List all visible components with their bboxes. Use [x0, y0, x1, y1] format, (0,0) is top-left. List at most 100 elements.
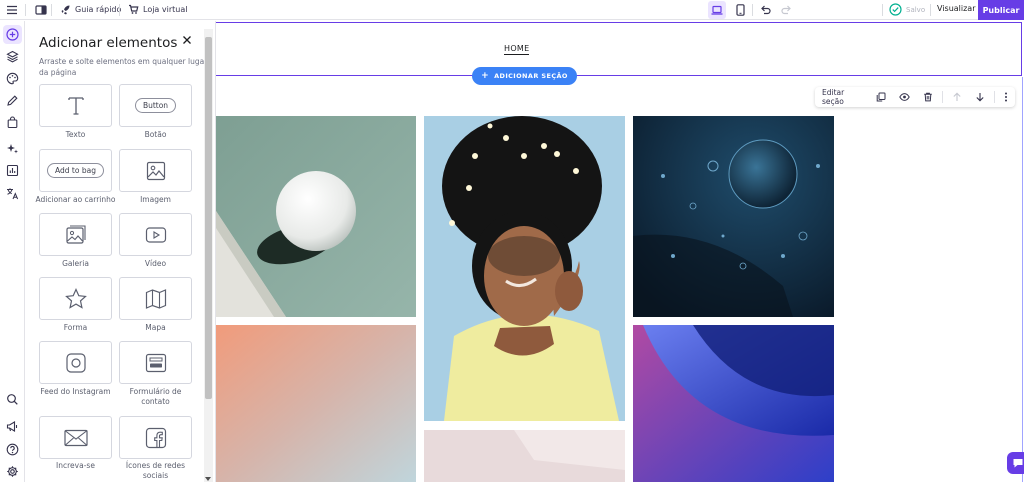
add-elements-button[interactable] [3, 25, 22, 44]
header-section-outline[interactable] [216, 22, 1022, 76]
button-pill-preview: Button [134, 98, 177, 113]
form-icon [144, 352, 168, 374]
gallery-image-purple-abstract[interactable] [633, 325, 834, 482]
gallery-icon [64, 224, 88, 246]
laptop-icon [711, 5, 723, 16]
arrow-up-icon[interactable] [952, 92, 962, 102]
website-canvas: HOME + ADICIONAR SEÇÃO Editar seção [216, 21, 1024, 482]
marketing-button[interactable] [3, 417, 22, 436]
search-button[interactable] [3, 390, 22, 409]
chat-icon [1012, 457, 1024, 469]
undo-icon[interactable] [759, 4, 771, 16]
element-text-label: Texto [65, 130, 86, 139]
element-add-to-cart-label: Adicionar ao carrinho [35, 195, 116, 204]
element-shape-label: Forma [63, 323, 88, 332]
element-button-label: Botão [144, 130, 167, 139]
text-icon [65, 95, 87, 117]
instagram-icon [64, 351, 88, 375]
chat-widget-button[interactable] [1007, 452, 1024, 474]
close-icon[interactable] [180, 33, 194, 47]
sidebar-toggle-icon[interactable] [35, 4, 47, 16]
envelope-icon [63, 428, 89, 448]
divider [25, 4, 26, 16]
gallery-image-room[interactable] [424, 430, 625, 482]
shopping-cart-icon [128, 4, 139, 15]
element-button-tile[interactable]: Button [119, 84, 192, 127]
element-add-to-cart-tile[interactable]: Add to bag [39, 149, 112, 192]
top-toolbar: Guia rápido Loja virtual Salvo Visualiza… [0, 0, 1024, 20]
element-subscribe-tile[interactable] [39, 416, 112, 459]
help-circle-icon [6, 443, 19, 456]
element-image-tile[interactable] [119, 149, 192, 192]
gallery-image-gradient-peach[interactable] [216, 325, 416, 482]
check-circle-icon [889, 3, 902, 16]
pencil-icon [6, 94, 19, 107]
rocket-icon [60, 4, 71, 15]
edit-button[interactable] [3, 91, 22, 110]
hamburger-menu-icon[interactable] [6, 4, 18, 16]
sparkles-icon [6, 142, 19, 155]
preview-button[interactable]: Visualizar [937, 4, 976, 13]
styles-button[interactable] [3, 69, 22, 88]
star-icon [64, 287, 88, 311]
element-social-icons-tile[interactable] [119, 416, 192, 459]
divider [119, 4, 120, 16]
duplicate-icon[interactable] [876, 92, 886, 102]
search-icon [6, 393, 19, 406]
panel-title: Adicionar elementos [39, 35, 178, 51]
store-button[interactable] [3, 113, 22, 132]
layers-button[interactable] [3, 47, 22, 66]
saved-label: Salvo [906, 5, 926, 14]
left-rail [0, 21, 25, 482]
element-instagram-label: Feed do Instagram [40, 387, 111, 396]
element-shape-tile[interactable] [39, 277, 112, 320]
translate-button[interactable] [3, 184, 22, 203]
saved-status: Salvo [889, 3, 925, 16]
element-instagram-tile[interactable] [39, 341, 112, 384]
gallery-image-portrait[interactable] [424, 116, 625, 421]
plus-circle-icon [6, 28, 19, 41]
settings-button[interactable] [3, 462, 22, 481]
online-store-button[interactable]: Loja virtual [128, 4, 187, 15]
analytics-button[interactable] [3, 161, 22, 180]
panel-scrollbar[interactable] [204, 29, 213, 482]
quick-guide-button[interactable]: Guia rápido [60, 4, 121, 15]
image-icon [145, 160, 167, 182]
video-icon [144, 224, 168, 246]
element-contact-form-label: Formulário de contato [129, 387, 182, 406]
edit-section-button[interactable]: Editar seção [822, 88, 864, 106]
scroll-down-arrow[interactable] [205, 477, 211, 481]
trash-icon[interactable] [923, 92, 933, 102]
redo-icon[interactable] [781, 4, 793, 16]
element-contact-form-tile[interactable] [119, 341, 192, 384]
gallery-image-sphere[interactable] [216, 116, 416, 317]
help-button[interactable] [3, 440, 22, 459]
more-options-icon[interactable] [1004, 92, 1008, 102]
palette-icon [6, 72, 19, 85]
desktop-view-button[interactable] [708, 1, 726, 19]
mobile-view-button[interactable] [731, 1, 749, 19]
translate-icon [6, 187, 19, 200]
element-map-label: Mapa [145, 323, 166, 332]
divider [752, 4, 753, 16]
element-subscribe-label: Increva-se [56, 461, 95, 470]
divider [51, 4, 52, 16]
divider [930, 4, 931, 16]
element-text-tile[interactable] [39, 84, 112, 127]
element-video-tile[interactable] [119, 213, 192, 256]
element-map-tile[interactable] [119, 277, 192, 320]
ai-tools-button[interactable] [3, 139, 22, 158]
arrow-down-icon[interactable] [975, 92, 985, 102]
scrollbar-thumb[interactable] [205, 37, 212, 399]
nav-home-link[interactable]: HOME [504, 44, 530, 55]
eye-icon[interactable] [899, 92, 910, 102]
quick-guide-label: Guia rápido [75, 5, 122, 14]
gear-icon [6, 465, 19, 478]
add-elements-panel: Adicionar elementos Arraste e solte elem… [26, 21, 216, 482]
divider [882, 4, 883, 16]
element-gallery-tile[interactable] [39, 213, 112, 256]
toolbar-divider [994, 91, 995, 103]
gallery-image-bubbles[interactable] [633, 116, 834, 317]
facebook-icon [144, 426, 168, 450]
publish-button[interactable]: Publicar [978, 0, 1024, 20]
